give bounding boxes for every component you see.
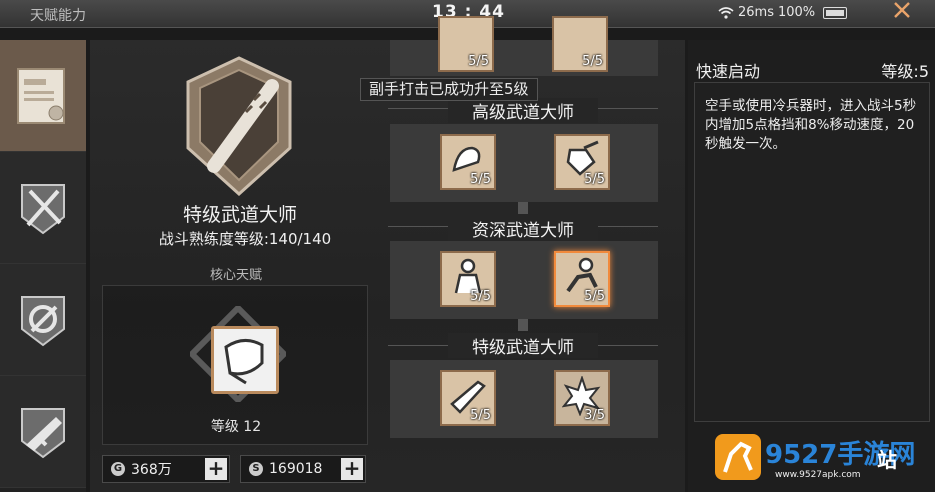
tier-row: 5/5 5/5 [390,124,658,202]
talent-name: 快速启动 [696,62,761,81]
gold-coin-icon: G [111,462,125,476]
silver-coin-icon: S [249,462,263,476]
talent-level: 等级:5 [881,62,929,81]
proficiency-level: 战斗熟练度等级:140/140 [158,230,332,248]
tier-connector [518,202,528,214]
upgrade-toast: 副手打击已成功升至5级 [360,78,538,101]
site-watermark: 9527手游网 www.9527apk.com 站 [715,432,930,488]
add-silver-button[interactable]: + [341,458,363,480]
battery-percent: 100% [777,5,816,20]
screen-title: 天赋能力 [30,8,86,24]
close-button[interactable] [884,0,920,28]
add-gold-button[interactable]: + [205,458,227,480]
skill-node[interactable]: 5/5 [554,134,610,190]
battery-icon [823,6,848,19]
wifi-icon [718,6,734,19]
skill-tree: 5/5 5/5 高级武道大师 5/5 5/5 资深武道大师 5/5 5/5 特级… [360,16,685,492]
hand-wrap-icon [224,339,264,385]
core-talent-box: 等级 12 [102,285,368,445]
core-talent-button[interactable] [211,326,279,394]
previous-tier-row: 5/5 5/5 [390,16,658,76]
ping-readout: 26ms [738,5,774,20]
tier-row: 5/5 5/5 [390,241,658,319]
skill-count: 3/5 [584,408,605,423]
skill-node-selected[interactable]: 5/5 [554,251,610,307]
skill-node[interactable]: 5/5 [438,16,494,72]
tier-title: 资深武道大师 [448,216,598,241]
talent-description: 空手或使用冷兵器时，进入战斗5秒内增加5点格挡和8%移动速度，20秒触发一次。 [705,98,917,152]
tier-title: 特级武道大师 [448,333,598,358]
tier-connector [518,319,528,331]
rank-emblem [186,56,292,196]
tier-row: 5/5 3/5 [390,360,658,438]
gold-amount: 368万 [131,462,172,478]
tab-certificate[interactable] [0,40,86,152]
skill-count: 5/5 [470,172,491,187]
close-icon [894,2,910,18]
firearms-icon [21,407,65,458]
silver-currency: S 169018 + [240,455,366,483]
tab-melee[interactable] [0,152,86,264]
tier-title: 高级武道大师 [448,98,598,123]
rank-title: 特级武道大师 [182,204,297,226]
talent-panel: 特级武道大师 战斗熟练度等级:140/140 核心天赋 等级 12 G 368万… [90,16,685,492]
skill-count: 5/5 [470,408,491,423]
skill-node[interactable]: 5/5 [440,251,496,307]
tab-firearms[interactable] [0,376,86,488]
skill-count: 5/5 [584,289,605,304]
skill-node[interactable]: 5/5 [440,134,496,190]
talent-info-panel: 快速启动 等级:5 空手或使用冷兵器时，进入战斗5秒内增加5点格挡和8%移动速度… [688,40,935,492]
gear-tools-icon [21,295,65,346]
skill-count: 5/5 [584,172,605,187]
talent-description-box: 空手或使用冷兵器时，进入战斗5秒内增加5点格挡和8%移动速度，20秒触发一次。 [694,82,930,422]
network-status: 26ms 100% [718,5,848,20]
skill-node[interactable]: 3/5 [554,370,610,426]
skill-count: 5/5 [582,54,603,69]
skill-count: 5/5 [470,289,491,304]
watermark-url: www.9527apk.com [775,470,861,480]
core-talent-label: 核心天赋 [209,268,262,283]
skill-node[interactable]: 5/5 [552,16,608,72]
certificate-icon [17,67,65,124]
watermark-stamp: 站 [877,448,897,472]
category-sidebar [0,40,86,492]
core-talent-level: 等级 12 [210,419,262,435]
gold-currency: G 368万 + [102,455,230,483]
skill-count: 5/5 [468,54,489,69]
horse-logo-icon [715,434,761,480]
melee-weapons-icon [21,183,65,234]
skill-node[interactable]: 5/5 [440,370,496,426]
tab-tools[interactable] [0,264,86,376]
silver-amount: 169018 [269,461,323,477]
